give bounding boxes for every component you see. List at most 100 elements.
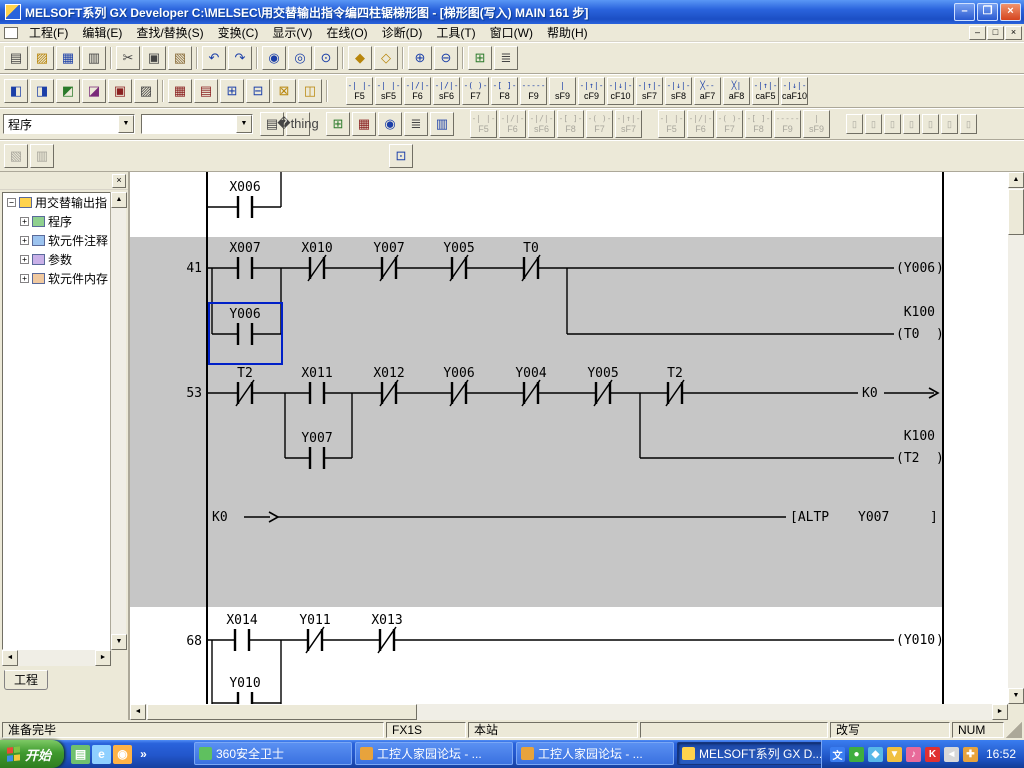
tb1-print-button[interactable]: ▥ bbox=[82, 46, 106, 70]
task-button-3[interactable]: 工控人家园论坛 - ... bbox=[516, 742, 674, 765]
tree-item-param[interactable]: +参数 bbox=[3, 250, 110, 269]
menu-item-工程[interactable]: 工程(F) bbox=[22, 23, 75, 42]
tb1-find-instruction-button[interactable]: ⊙ bbox=[314, 46, 338, 70]
media-player-icon[interactable]: ◉ bbox=[113, 745, 132, 764]
menu-item-编辑[interactable]: 编辑(E) bbox=[75, 23, 129, 42]
start-button[interactable]: 开始 bbox=[0, 740, 64, 768]
tb1-redo-button[interactable]: ↷ bbox=[228, 46, 252, 70]
tb3-ladder-edit-button[interactable]: ⊞ bbox=[326, 112, 350, 136]
tb3-comment-edit-button[interactable]: ▤ bbox=[260, 112, 284, 136]
tree-vertical-scrollbar[interactable]: ▲ ▼ bbox=[110, 192, 126, 650]
scroll-left-icon[interactable]: ◄ bbox=[2, 650, 18, 666]
tb3-ladder-monitor-button[interactable]: ▦ bbox=[352, 112, 376, 136]
scroll-down-icon[interactable]: ▼ bbox=[1008, 688, 1024, 704]
ladder-key-F9-button[interactable]: -----F9 bbox=[520, 77, 547, 105]
expand-icon[interactable]: + bbox=[20, 255, 29, 264]
tb1-new-button[interactable]: ▤ bbox=[4, 46, 28, 70]
ladder-key-cF10-button[interactable]: -|↓|-cF10 bbox=[607, 77, 634, 105]
mdi-minimize-button[interactable]: – bbox=[969, 26, 986, 40]
tree-item-program[interactable]: +程序 bbox=[3, 212, 110, 231]
ladder-key-sF5-button[interactable]: -| |-sF5 bbox=[375, 77, 402, 105]
child-window-icon[interactable] bbox=[4, 27, 18, 39]
chevron-down-icon[interactable]: ▼ bbox=[118, 115, 134, 133]
ladder-key-F8-button[interactable]: -[ ]-F8 bbox=[491, 77, 518, 105]
tb3-statement-edit-button[interactable]: �thing bbox=[286, 112, 310, 136]
scroll-up-icon[interactable]: ▲ bbox=[1008, 172, 1024, 188]
ladder-key-F5-button[interactable]: -| |-F5 bbox=[346, 77, 373, 105]
tb1-bookmark-button[interactable]: ◆ bbox=[348, 46, 372, 70]
scroll-right-icon[interactable]: ► bbox=[95, 650, 111, 666]
tb2-transfer-setup-button[interactable]: ◫ bbox=[298, 79, 322, 103]
ladder-vertical-scrollbar[interactable]: ▲ ▼ bbox=[1008, 172, 1024, 704]
tb1-open-button[interactable]: ▨ bbox=[30, 46, 54, 70]
task-button-4[interactable]: MELSOFT系列 GX D... bbox=[677, 742, 835, 765]
scroll-right-icon[interactable]: ► bbox=[992, 704, 1008, 720]
menu-item-显示[interactable]: 显示(V) bbox=[265, 23, 319, 42]
tb1-view-list-button[interactable]: ≣ bbox=[494, 46, 518, 70]
tb1-find-button[interactable]: ◉ bbox=[262, 46, 286, 70]
menu-item-帮助[interactable]: 帮助(H) bbox=[540, 23, 595, 42]
chevron-down-icon[interactable]: ▼ bbox=[236, 115, 252, 133]
tb1-zoom-in-button[interactable]: ⊕ bbox=[408, 46, 432, 70]
program-type-combo[interactable]: 程序 ▼ bbox=[3, 114, 135, 134]
tray-download-icon[interactable]: ▼ bbox=[887, 747, 902, 762]
tb1-bookmark-jump-button[interactable]: ◇ bbox=[374, 46, 398, 70]
ladder-key-caF5-button[interactable]: -|↑|-caF5 bbox=[752, 77, 779, 105]
collapse-icon[interactable]: − bbox=[7, 198, 16, 207]
scroll-down-icon[interactable]: ▼ bbox=[111, 634, 127, 650]
ladder-key-F7-button[interactable]: -( )-F7 bbox=[462, 77, 489, 105]
tb1-copy-button[interactable]: ▣ bbox=[142, 46, 166, 70]
menu-item-窗口[interactable]: 窗口(W) bbox=[483, 23, 540, 42]
tray-security-k-icon[interactable]: K bbox=[925, 747, 940, 762]
tray-messenger-icon[interactable]: ◆ bbox=[868, 747, 883, 762]
tb3-step-run-button[interactable]: ≣ bbox=[404, 112, 428, 136]
horizontal-scroll-thumb[interactable] bbox=[147, 704, 417, 720]
tree-item-memory[interactable]: +软元件内存 bbox=[3, 269, 110, 288]
tb2-clear-memory-button[interactable]: ▨ bbox=[134, 79, 158, 103]
tb2-project-data-button[interactable]: ◧ bbox=[4, 79, 28, 103]
menu-item-工具[interactable]: 工具(T) bbox=[429, 23, 482, 42]
tb1-zoom-out-button[interactable]: ⊖ bbox=[434, 46, 458, 70]
ladder-editor[interactable]: X00641X007X010Y007Y005T0(Y006)K100(T0)Y0… bbox=[130, 172, 1024, 720]
tray-shield-icon[interactable]: ✚ bbox=[963, 747, 978, 762]
scroll-up-icon[interactable]: ▲ bbox=[111, 192, 127, 208]
tray-music-icon[interactable]: ♪ bbox=[906, 747, 921, 762]
tb1-undo-button[interactable]: ↶ bbox=[202, 46, 226, 70]
tb1-save-button[interactable]: ▦ bbox=[56, 46, 80, 70]
tree-item-root[interactable]: −用交替输出指 bbox=[3, 193, 110, 212]
more-chevron-icon[interactable]: » bbox=[134, 745, 153, 764]
ladder-key-sF6-button[interactable]: -|/|-sF6 bbox=[433, 77, 460, 105]
ladder-key-F6-button[interactable]: -|/|-F6 bbox=[404, 77, 431, 105]
tray-input-method-icon[interactable]: 文 bbox=[830, 747, 845, 762]
scroll-left-icon[interactable]: ◄ bbox=[130, 704, 146, 720]
ladder-key-cF9-button[interactable]: -|↑|-cF9 bbox=[578, 77, 605, 105]
restore-button[interactable]: ❐ bbox=[977, 3, 998, 21]
tb2-read-plc-button[interactable]: ▤ bbox=[194, 79, 218, 103]
ie-browser-icon[interactable]: e bbox=[92, 745, 111, 764]
menu-item-查找/替换[interactable]: 查找/替换(S) bbox=[129, 23, 210, 42]
menu-item-变换[interactable]: 变换(C) bbox=[211, 23, 266, 42]
ladder-diagram[interactable]: X00641X007X010Y007Y005T0(Y006)K100(T0)Y0… bbox=[130, 172, 1008, 704]
ladder-key-caF10-button[interactable]: -|↓|-caF10 bbox=[781, 77, 808, 105]
tree-item-comment[interactable]: +软元件注释 bbox=[3, 231, 110, 250]
tree-horizontal-scrollbar[interactable]: ◄ ► bbox=[2, 650, 111, 666]
ladder-key-sF9-button[interactable]: | sF9 bbox=[549, 77, 576, 105]
tb3-partial-run-button[interactable]: ▥ bbox=[430, 112, 454, 136]
ladder-key-sF7-button[interactable]: -|↑|-sF7 bbox=[636, 77, 663, 105]
menu-item-诊断[interactable]: 诊断(D) bbox=[375, 23, 430, 42]
tb2-keyword-button[interactable]: ▣ bbox=[108, 79, 132, 103]
vertical-scroll-thumb[interactable] bbox=[1008, 189, 1024, 235]
expand-icon[interactable]: + bbox=[20, 274, 29, 283]
tree-close-icon[interactable]: × bbox=[112, 174, 126, 188]
expand-icon[interactable]: + bbox=[20, 236, 29, 245]
tray-volume-icon[interactable]: ◄ bbox=[944, 747, 959, 762]
task-button-1[interactable]: 360安全卫士 bbox=[194, 742, 352, 765]
show-desktop-icon[interactable]: ▤ bbox=[71, 745, 90, 764]
expand-icon[interactable]: + bbox=[20, 217, 29, 226]
tb2-device-test-button[interactable]: ⊠ bbox=[272, 79, 296, 103]
tb2-param-check-button[interactable]: ◩ bbox=[56, 79, 80, 103]
tb2-monitor-stop-button[interactable]: ⊟ bbox=[246, 79, 270, 103]
tray-antivirus-icon[interactable]: ● bbox=[849, 747, 864, 762]
data-name-combo[interactable]: ▼ bbox=[141, 114, 253, 134]
tb1-paste-button[interactable]: ▧ bbox=[168, 46, 192, 70]
